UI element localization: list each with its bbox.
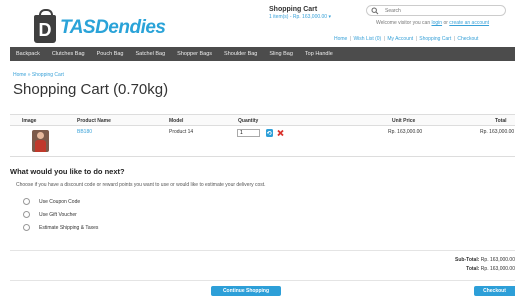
unit-price: Rp. 163,000.00	[388, 129, 423, 135]
welcome-message: Welcome visitor you can login or create …	[376, 20, 489, 26]
login-link[interactable]: login	[431, 20, 442, 26]
separator: |	[383, 36, 385, 42]
breadcrumb-separator: »	[27, 72, 31, 78]
breadcrumb: Home » Shopping Cart	[13, 72, 64, 78]
separator: |	[349, 36, 352, 42]
breadcrumb-home[interactable]: Home	[13, 72, 26, 78]
menu-item-satchel-bag[interactable]: Satchel Bag	[130, 51, 172, 57]
logo-text: TASDendies	[60, 17, 166, 38]
radio-shipping[interactable]	[23, 224, 30, 231]
radio-voucher[interactable]	[23, 211, 30, 218]
top-links: Home | Wish List (0) | My Account | Shop…	[334, 36, 478, 42]
total-label: Total:	[466, 266, 480, 272]
cart-table: Image Product Name Model Quantity Unit P…	[10, 114, 515, 157]
search-icon[interactable]	[371, 7, 379, 15]
page-title: Shopping Cart (0.70kg)	[13, 81, 169, 98]
refresh-icon[interactable]	[266, 129, 273, 137]
row-total: Rp. 163,000.00	[480, 129, 515, 135]
separator: |	[453, 36, 455, 42]
next-steps-heading: What would you like to do next?	[10, 167, 125, 176]
divider	[10, 280, 515, 281]
create-account-link[interactable]: create an account	[449, 20, 489, 26]
breadcrumb-shopping-cart[interactable]: Shopping Cart	[32, 72, 64, 78]
option-shipping-label[interactable]: Estimate Shipping & Taxes	[39, 225, 98, 231]
separator: |	[415, 36, 417, 42]
total-value: Rp. 163,000.00	[480, 266, 515, 272]
search-box[interactable]	[366, 5, 506, 16]
table-row: BB180 Product 14 Rp. 163,000.00 Rp. 163,…	[10, 126, 515, 157]
product-name-link[interactable]: BB180	[77, 129, 92, 135]
menu-item-sling-bag[interactable]: Sling Bag	[263, 51, 299, 57]
quantity-input[interactable]	[237, 129, 260, 137]
menu-item-shopper-bags[interactable]: Shopper Bags	[171, 51, 218, 57]
toplink-shopping-cart[interactable]: Shopping Cart	[419, 36, 451, 42]
menu-item-backpack[interactable]: Backpack	[10, 51, 46, 57]
welcome-prefix: Welcome visitor you can	[376, 20, 432, 26]
site-logo[interactable]: D TASDendies	[34, 9, 166, 47]
mini-cart-title: Shopping Cart	[269, 6, 318, 13]
logo-bag-icon: D	[34, 9, 56, 43]
menu-item-shoulder-bag[interactable]: Shoulder Bag	[218, 51, 263, 57]
header-unit-price: Unit Price	[392, 118, 416, 124]
option-shipping[interactable]: Estimate Shipping & Taxes	[23, 224, 98, 231]
product-thumbnail[interactable]	[32, 130, 49, 152]
header-image: Image	[22, 118, 37, 124]
toplink-my-account[interactable]: My Account	[387, 36, 413, 42]
remove-icon[interactable]	[277, 129, 284, 137]
total-line: Total: Rp. 163,000.00	[466, 266, 515, 272]
subtotal-value: Rp. 163,000.00	[480, 257, 515, 263]
header-quantity: Quantity	[238, 118, 259, 124]
checkout-button[interactable]: Checkout	[474, 286, 515, 296]
header-product-name: Product Name	[77, 118, 111, 124]
option-voucher[interactable]: Use Gift Voucher	[23, 211, 77, 218]
continue-shopping-button[interactable]: Continue Shopping	[211, 286, 281, 296]
option-coupon[interactable]: Use Coupon Code	[23, 198, 80, 205]
product-model: Product 14	[169, 129, 194, 135]
header-model: Model	[169, 118, 184, 124]
menu-item-clutches-bag[interactable]: Clutches Bag	[46, 51, 91, 57]
option-voucher-label[interactable]: Use Gift Voucher	[39, 212, 77, 218]
toplink-home[interactable]: Home	[334, 36, 347, 42]
search-input[interactable]	[385, 7, 495, 14]
next-steps-instruction: Choose if you have a discount code or re…	[16, 182, 266, 188]
menu-item-top-handle[interactable]: Top Handle	[299, 51, 339, 57]
subtotal-label: Sub-Total:	[455, 257, 480, 263]
toplink-wishlist[interactable]: Wish List (0)	[353, 36, 381, 42]
header-total: Total	[495, 118, 507, 124]
subtotal-line: Sub-Total: Rp. 163,000.00	[455, 257, 515, 263]
menu-item-pouch-bag[interactable]: Pouch Bag	[91, 51, 130, 57]
mini-cart-summary[interactable]: 1 item(s) - Rp. 163,000.00 ▾	[269, 14, 359, 20]
radio-coupon[interactable]	[23, 198, 30, 205]
table-header: Image Product Name Model Quantity Unit P…	[10, 114, 515, 126]
option-coupon-label[interactable]: Use Coupon Code	[39, 199, 80, 205]
category-menu: Backpack Clutches Bag Pouch Bag Satchel …	[10, 47, 515, 61]
toplink-checkout[interactable]: Checkout	[457, 36, 478, 42]
mini-cart[interactable]: Shopping Cart 1 item(s) - Rp. 163,000.00…	[269, 6, 359, 20]
divider	[10, 250, 515, 251]
